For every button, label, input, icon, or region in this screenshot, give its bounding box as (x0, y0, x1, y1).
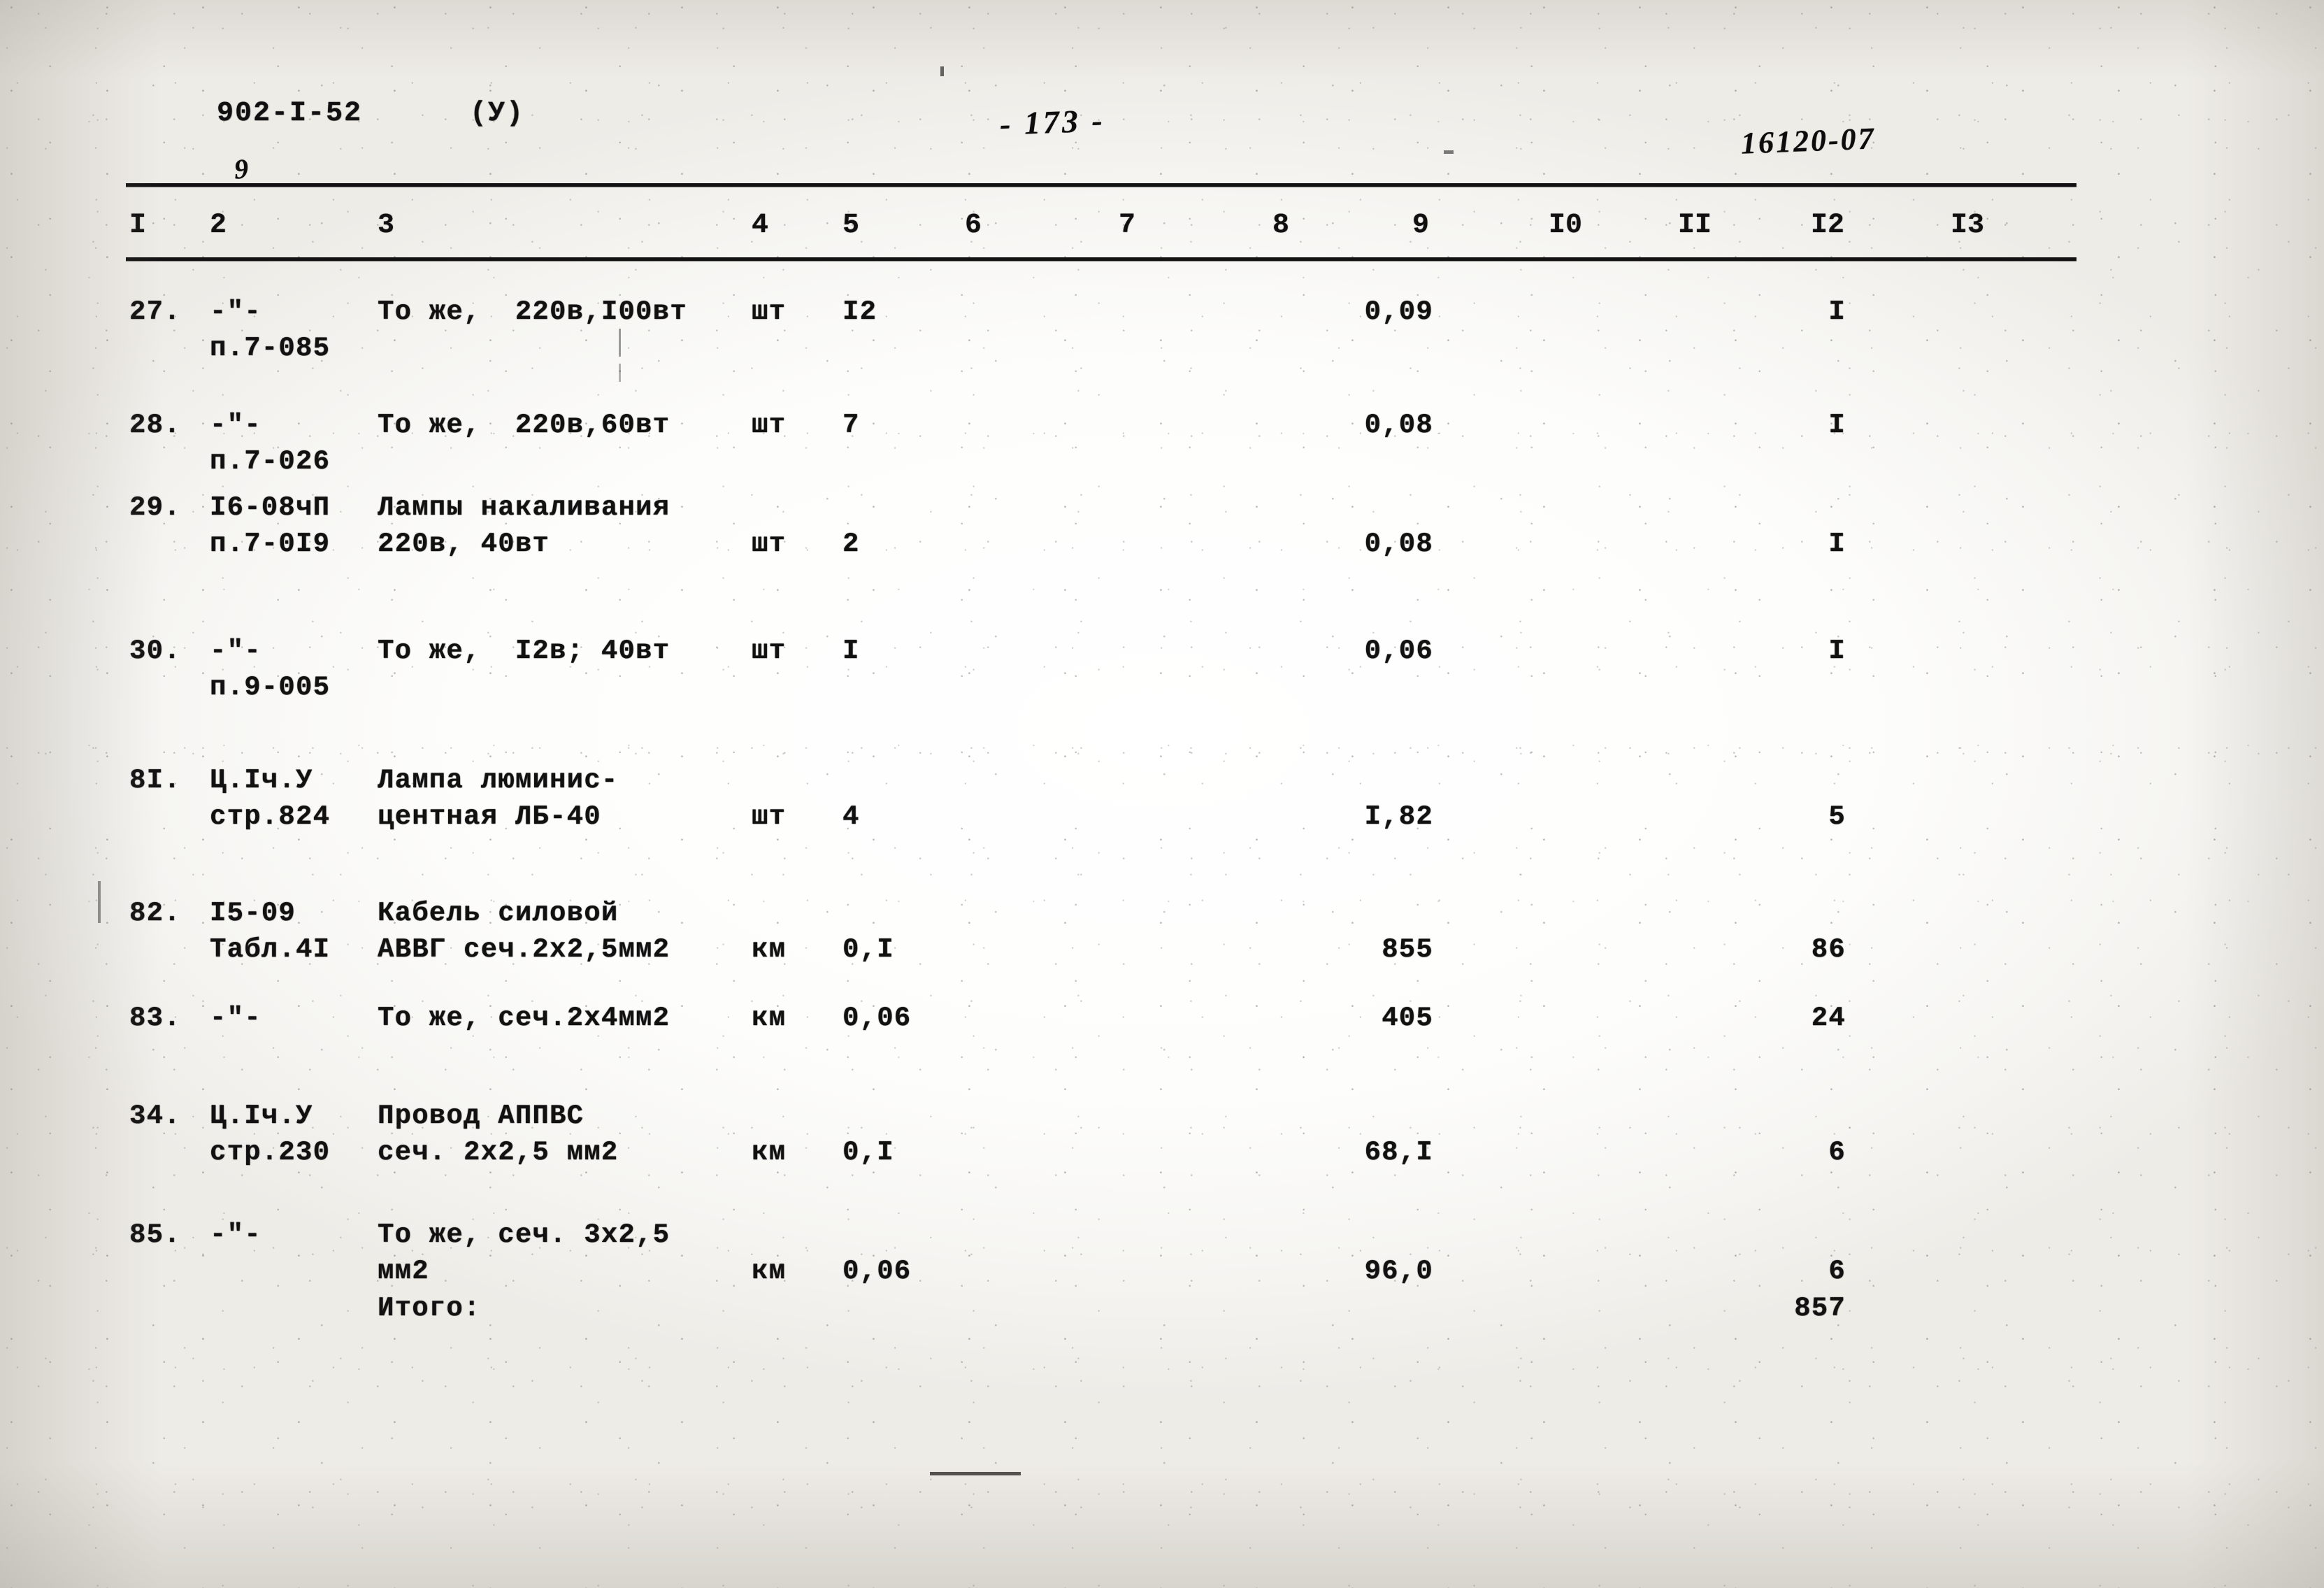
row-description-line: АВВГ сеч.2х2,5мм2 (378, 934, 670, 965)
row-unit: шт (752, 636, 787, 666)
row-unit: шт (752, 296, 787, 327)
row-index: 8I. (129, 765, 181, 796)
total-label: Итого: (378, 1293, 481, 1324)
row-unit: км (752, 1256, 787, 1287)
row-quantity: 2 (842, 529, 860, 559)
row-quantity: 0,I (842, 1137, 894, 1168)
row-code-line: п.9-005 (210, 672, 331, 703)
row-total-col12: I (1828, 296, 1846, 327)
row-index: 83. (129, 1003, 181, 1033)
scan-artifact-mark (1444, 150, 1454, 154)
row-quantity: 4 (842, 801, 860, 832)
row-total-col12: 86 (1811, 934, 1846, 965)
row-code-line: п.7-085 (210, 333, 331, 364)
row-value-col9: 0,09 (1364, 296, 1433, 327)
total-value: 857 (1794, 1293, 1846, 1324)
row-unit: шт (752, 801, 787, 832)
row-unit: шт (752, 529, 787, 559)
row-description-line: 220в, 40вт (378, 529, 550, 559)
row-quantity: 0,I (842, 934, 894, 965)
row-description-line: То же, сеч. 3х2,5 (378, 1219, 670, 1250)
row-value-col9: 96,0 (1364, 1256, 1433, 1287)
row-total-col12: 5 (1828, 801, 1846, 832)
row-quantity: 0,06 (842, 1256, 912, 1287)
row-total-col12: I (1828, 410, 1846, 441)
row-index: 85. (129, 1219, 181, 1250)
row-unit: км (752, 934, 787, 965)
row-description-line: То же, 220в,60вт (378, 410, 670, 441)
row-total-col12: 6 (1828, 1256, 1846, 1287)
row-code-line: п.7-026 (210, 446, 331, 477)
scan-artifact-mark (930, 1472, 1021, 1475)
row-unit: км (752, 1003, 787, 1033)
row-description-line: То же, I2в; 40вт (378, 636, 670, 666)
row-quantity: 7 (842, 410, 860, 441)
row-description-line: мм2 (378, 1256, 429, 1287)
scan-artifact-mark (619, 329, 621, 357)
row-value-col9: 68,I (1364, 1137, 1433, 1168)
scan-artifact-mark (98, 881, 101, 923)
row-index: 82. (129, 898, 181, 929)
row-index: 27. (129, 296, 181, 327)
row-description-line: сеч. 2х2,5 мм2 (378, 1137, 619, 1168)
scanned-page: 902-I-52 (У) - 173 - 16120-07 9 I2345678… (0, 0, 2324, 1588)
row-value-col9: 0,06 (1364, 636, 1433, 666)
row-description-line: Лампы накаливания (378, 492, 670, 523)
row-value-col9: I,82 (1364, 801, 1433, 832)
row-description-line: центная ЛБ-40 (378, 801, 601, 832)
row-total-col12: I (1828, 529, 1846, 559)
row-quantity: 0,06 (842, 1003, 912, 1033)
row-unit: шт (752, 410, 787, 441)
scan-artifact-mark (619, 364, 621, 382)
row-unit: км (752, 1137, 787, 1168)
row-value-col9: 0,08 (1364, 410, 1433, 441)
row-description-line: Кабель силовой (378, 898, 619, 929)
row-quantity: I2 (842, 296, 877, 327)
row-index: 29. (129, 492, 181, 523)
row-quantity: I (842, 636, 860, 666)
row-total-col12: 24 (1811, 1003, 1846, 1033)
row-total-col12: 6 (1828, 1137, 1846, 1168)
row-total-col12: I (1828, 636, 1846, 666)
row-description-line: То же, сеч.2х4мм2 (378, 1003, 670, 1033)
row-value-col9: 0,08 (1364, 529, 1433, 559)
scan-artifact-mark (940, 66, 944, 76)
row-value-col9: 855 (1382, 934, 1433, 965)
row-index: 34. (129, 1101, 181, 1131)
row-index: 30. (129, 636, 181, 666)
row-description-line: Провод АППВС (378, 1101, 584, 1131)
row-index: 28. (129, 410, 181, 441)
table-body: 27. -"- п.7-085 То же, 220в,I00вт шт I2 0,09 I 2… (0, 0, 2324, 1588)
row-description-line: То же, 220в,I00вт (378, 296, 687, 327)
row-value-col9: 405 (1382, 1003, 1433, 1033)
row-description-line: Лампа люминис- (378, 765, 619, 796)
